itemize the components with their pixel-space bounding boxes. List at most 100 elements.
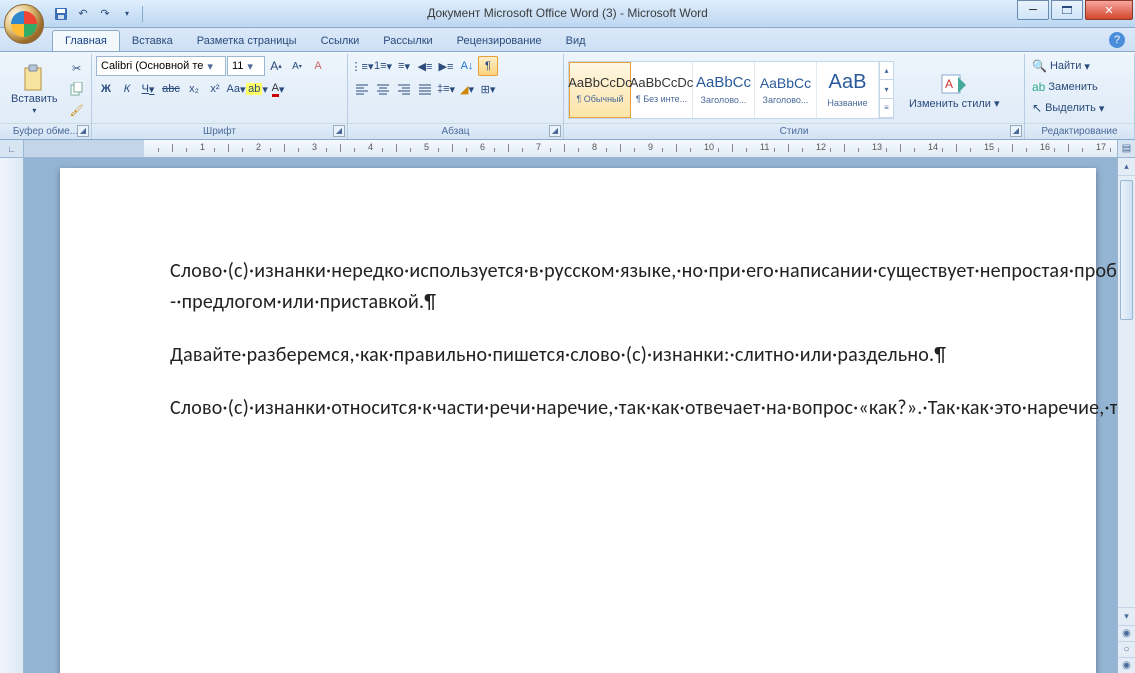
align-right-button[interactable] bbox=[394, 79, 414, 99]
find-button[interactable]: 🔍Найти ▾ bbox=[1029, 56, 1130, 76]
ruler-toggle[interactable]: ▤ bbox=[1117, 140, 1135, 157]
clipboard-group-label: Буфер обме... bbox=[13, 126, 78, 137]
line-spacing-button[interactable]: ‡≡▾ bbox=[436, 79, 456, 99]
format-painter-button[interactable]: 🖌 bbox=[67, 100, 87, 120]
tab-review[interactable]: Рецензирование bbox=[445, 31, 554, 51]
vertical-scrollbar[interactable]: ▴ ▾ ◉ ○ ◉ bbox=[1117, 158, 1135, 673]
font-size-combo[interactable]: 11▾ bbox=[227, 56, 265, 76]
align-center-button[interactable] bbox=[373, 79, 393, 99]
italic-button[interactable]: К bbox=[117, 79, 137, 99]
vertical-ruler[interactable] bbox=[0, 158, 24, 673]
shrink-font-button[interactable]: A▾ bbox=[287, 56, 307, 76]
paragraph-launcher[interactable]: ◢ bbox=[549, 125, 561, 137]
qat-save-button[interactable] bbox=[52, 5, 70, 23]
tab-page-layout[interactable]: Разметка страницы bbox=[185, 31, 309, 51]
qat-undo-button[interactable]: ↶ bbox=[74, 5, 92, 23]
select-button[interactable]: ↖Выделить ▾ bbox=[1029, 98, 1130, 118]
paragraph-3[interactable]: Слово·(с)·изнанки·относится·к·части·речи… bbox=[170, 393, 986, 424]
font-group-label: Шрифт bbox=[203, 126, 236, 137]
strike-button[interactable]: abc bbox=[159, 79, 183, 99]
numbering-button[interactable]: 1≡▾ bbox=[373, 56, 393, 76]
spacing-icon: ‡≡ bbox=[437, 83, 450, 95]
styles-group-label: Стили bbox=[780, 126, 809, 137]
document-page[interactable]: Слово·(с)·изнанки·нередко·используется·в… bbox=[60, 168, 1096, 673]
clipboard-launcher[interactable]: ◢ bbox=[77, 125, 89, 137]
editing-group-label: Редактирование bbox=[1041, 126, 1117, 137]
replace-icon: ab bbox=[1032, 80, 1045, 94]
clear-format-button[interactable]: A bbox=[308, 56, 328, 76]
minimize-button[interactable]: ─ bbox=[1017, 0, 1049, 20]
bullets-button[interactable]: ⋮≡▾ bbox=[352, 56, 372, 76]
indent-icon: ▶≡ bbox=[439, 60, 454, 73]
eraser-icon: A bbox=[314, 60, 321, 72]
bold-button[interactable]: Ж bbox=[96, 79, 116, 99]
highlight-icon: ab bbox=[246, 83, 262, 95]
maximize-button[interactable] bbox=[1051, 0, 1083, 20]
style-title[interactable]: АаВНазвание bbox=[817, 62, 879, 118]
gallery-down[interactable]: ▾ bbox=[880, 80, 893, 99]
subscript-button[interactable]: x₂ bbox=[184, 79, 204, 99]
styles-launcher[interactable]: ◢ bbox=[1010, 125, 1022, 137]
pilcrow-icon: ¶ bbox=[485, 60, 491, 72]
multilevel-icon: ≡ bbox=[398, 60, 404, 72]
sort-button[interactable]: A↓ bbox=[457, 56, 477, 76]
font-launcher[interactable]: ◢ bbox=[333, 125, 345, 137]
prev-page[interactable]: ◉ bbox=[1118, 625, 1135, 641]
grow-font-button[interactable]: A▴ bbox=[266, 56, 286, 76]
tab-mailings[interactable]: Рассылки bbox=[371, 31, 444, 51]
qat-separator bbox=[142, 6, 143, 22]
shading-button[interactable]: ◢▾ bbox=[457, 79, 477, 99]
font-color-button[interactable]: A▾ bbox=[268, 79, 288, 99]
scroll-thumb[interactable] bbox=[1120, 180, 1133, 320]
align-left-button[interactable] bbox=[352, 79, 372, 99]
style-heading2[interactable]: AaBbCcЗаголово... bbox=[755, 62, 817, 118]
align-justify-button[interactable] bbox=[415, 79, 435, 99]
paragraph-1[interactable]: Слово·(с)·изнанки·нередко·используется·в… bbox=[170, 256, 986, 318]
scroll-track[interactable] bbox=[1118, 176, 1135, 607]
qat-redo-button[interactable]: ↷ bbox=[96, 5, 114, 23]
underline-button[interactable]: Ч▾ bbox=[138, 79, 158, 99]
svg-text:A: A bbox=[945, 77, 953, 91]
highlight-button[interactable]: ab▾ bbox=[247, 79, 267, 99]
borders-button[interactable]: ⊞▾ bbox=[478, 79, 498, 99]
style-normal[interactable]: AaBbCcDc¶ Обычный bbox=[569, 62, 631, 118]
cut-button[interactable]: ✂ bbox=[67, 58, 87, 78]
browse-object[interactable]: ○ bbox=[1118, 641, 1135, 657]
indent-increase-button[interactable]: ▶≡ bbox=[436, 56, 456, 76]
scroll-up[interactable]: ▴ bbox=[1118, 158, 1135, 176]
change-styles-button[interactable]: A Изменить стили ▾ bbox=[902, 66, 1007, 113]
replace-button[interactable]: abЗаменить bbox=[1029, 77, 1130, 97]
copy-button[interactable] bbox=[67, 79, 87, 99]
tab-insert[interactable]: Вставка bbox=[120, 31, 185, 51]
close-button[interactable]: ✕ bbox=[1085, 0, 1133, 20]
scroll-down[interactable]: ▾ bbox=[1118, 607, 1135, 625]
multilevel-button[interactable]: ≡▾ bbox=[394, 56, 414, 76]
paragraph-2[interactable]: Давайте·разберемся,·как·правильно·пишетс… bbox=[170, 340, 986, 371]
tab-selector[interactable]: ∟ bbox=[0, 140, 24, 157]
paste-button[interactable]: Вставить▾ bbox=[4, 56, 65, 123]
horizontal-ruler[interactable]: 1234567891011121314151617 bbox=[24, 140, 1117, 157]
tab-view[interactable]: Вид bbox=[554, 31, 598, 51]
styles-gallery[interactable]: AaBbCcDc¶ Обычный AaBbCcDc¶ Без инте... … bbox=[568, 61, 894, 119]
numbering-icon: 1≡ bbox=[374, 60, 387, 72]
qat-customize-button[interactable]: ▾ bbox=[118, 5, 136, 23]
paste-label: Вставить bbox=[11, 93, 58, 105]
change-case-button[interactable]: Aa▾ bbox=[226, 79, 246, 99]
office-button[interactable] bbox=[4, 4, 44, 44]
gallery-up[interactable]: ▴ bbox=[880, 62, 893, 81]
help-icon[interactable]: ? bbox=[1109, 32, 1125, 48]
tab-references[interactable]: Ссылки bbox=[309, 31, 372, 51]
bucket-icon: ◢ bbox=[460, 83, 468, 96]
gallery-more[interactable]: ≡ bbox=[880, 99, 893, 118]
copy-icon bbox=[70, 82, 84, 96]
indent-decrease-button[interactable]: ◀≡ bbox=[415, 56, 435, 76]
superscript-button[interactable]: x² bbox=[205, 79, 225, 99]
font-family-combo[interactable]: Calibri (Основной те▾ bbox=[96, 56, 226, 76]
next-page[interactable]: ◉ bbox=[1118, 657, 1135, 673]
tab-home[interactable]: Главная bbox=[52, 30, 120, 51]
show-marks-button[interactable]: ¶ bbox=[478, 56, 498, 76]
find-icon: 🔍 bbox=[1032, 59, 1047, 73]
bullets-icon: ⋮≡ bbox=[351, 60, 368, 73]
style-heading1[interactable]: AaBbCcЗаголово... bbox=[693, 62, 755, 118]
style-nospacing[interactable]: AaBbCcDc¶ Без инте... bbox=[631, 62, 693, 118]
